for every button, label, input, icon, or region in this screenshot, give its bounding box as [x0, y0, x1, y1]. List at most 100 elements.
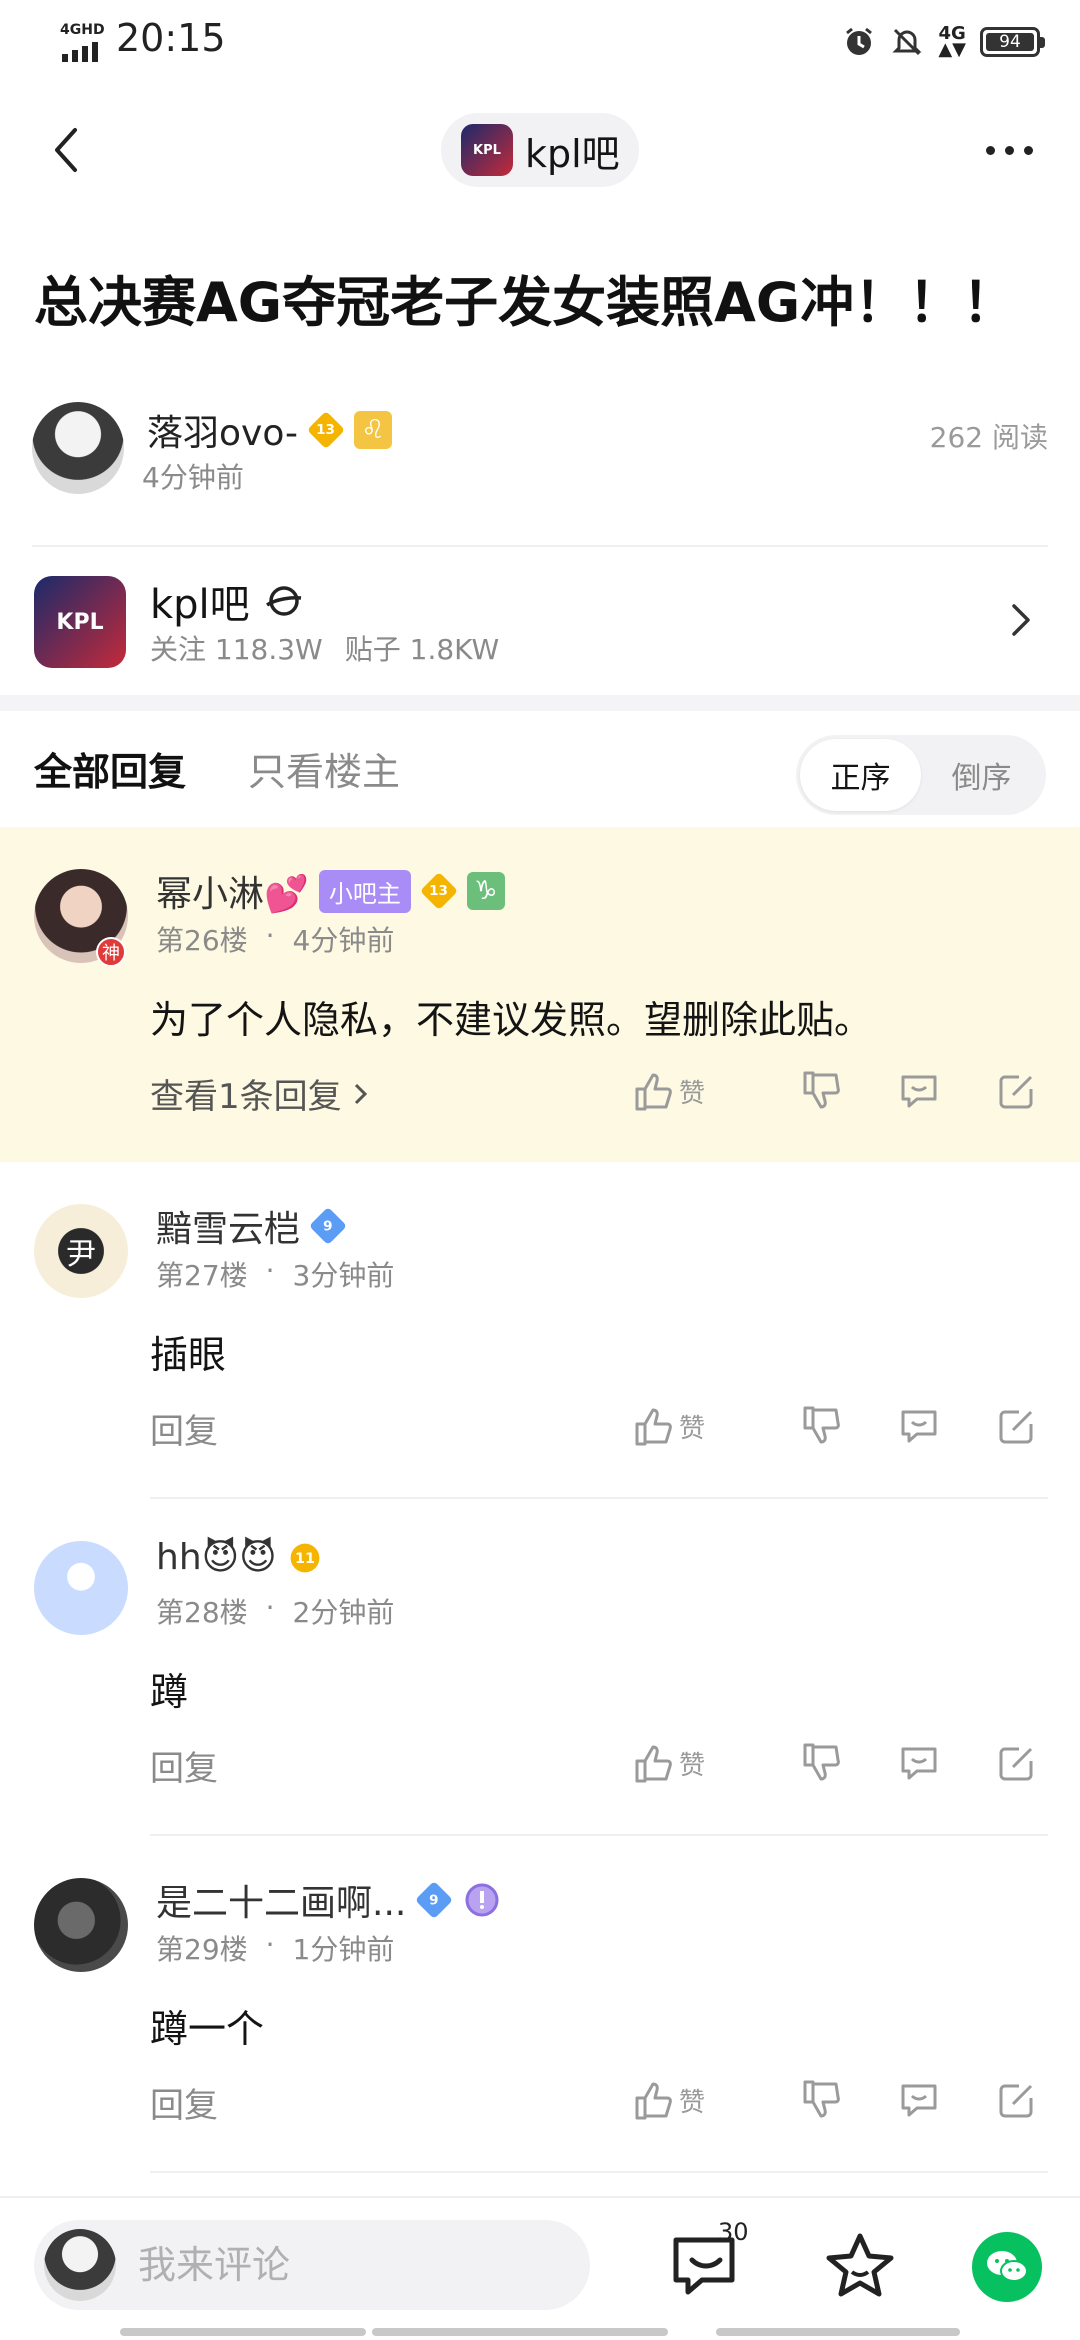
comment-body: 为了个人隐私，不建议发照。望删除此贴。 — [150, 998, 873, 1042]
sort-ascending[interactable]: 正序 — [800, 739, 921, 811]
bottom-bar: 30 — [0, 2196, 1080, 2340]
comment-body: 蹲 — [150, 1670, 189, 1714]
share-button[interactable] — [986, 1061, 1048, 1121]
wechat-icon — [987, 2251, 1028, 2282]
medal-icon — [465, 1883, 499, 1917]
sort-descending[interactable]: 倒序 — [921, 739, 1042, 811]
dislike-button[interactable] — [790, 1733, 852, 1793]
commenter-avatar[interactable]: 尹 — [34, 1204, 128, 1298]
tab-owner-only[interactable]: 只看楼主 — [248, 741, 400, 796]
share-edit-icon — [999, 1747, 1033, 1781]
home-indicator — [716, 2328, 960, 2336]
like-button[interactable]: 赞 — [620, 1069, 716, 1113]
status-time: 20:15 — [116, 16, 226, 60]
more-button[interactable] — [974, 120, 1044, 180]
reply-button[interactable] — [888, 1733, 950, 1793]
floor-number: 第27楼 — [156, 1259, 248, 1292]
reply-tabs: 全部回复 只看楼主 正序 倒序 — [0, 711, 1080, 826]
reply-button[interactable] — [888, 1061, 950, 1121]
comment-body: 蹲一个 — [150, 2007, 265, 2051]
wechat-share-button[interactable] — [972, 2232, 1042, 2302]
comment-input[interactable] — [138, 2243, 578, 2287]
commenter-avatar[interactable] — [34, 1878, 128, 1972]
like-button[interactable]: 赞 — [620, 2078, 716, 2122]
forum-chip-label: kpl吧 — [525, 131, 620, 176]
comment-bubble-icon — [901, 1747, 937, 1780]
level-badge: 9 — [308, 1206, 348, 1246]
zodiac-capricorn-icon: ♑ — [466, 872, 505, 910]
floor-number: 第26楼 — [156, 924, 248, 957]
back-button[interactable] — [36, 120, 96, 180]
share-edit-icon — [999, 2084, 1033, 2118]
author-name[interactable]: 落羽ovo- — [147, 404, 298, 456]
meta-separator: · — [265, 1254, 275, 1287]
mobile-data-icon: 4G ▲▼ — [938, 23, 966, 60]
share-button[interactable] — [986, 1733, 1048, 1793]
reply-button[interactable] — [888, 2070, 950, 2130]
commenter-name[interactable]: 黯雪云桤 — [156, 1200, 300, 1252]
battery-icon: 94 — [980, 27, 1045, 57]
dislike-button[interactable] — [790, 1396, 852, 1456]
share-button[interactable] — [986, 2070, 1048, 2130]
signal-icon: 4GHD — [58, 22, 108, 62]
thumbs-down-icon — [803, 1071, 840, 1109]
alarm-icon — [842, 25, 876, 59]
comment-body: 插眼 — [150, 1333, 227, 1377]
divider — [150, 2171, 1048, 2173]
commenter-avatar[interactable] — [34, 1541, 128, 1635]
thumbs-down-icon — [803, 1406, 840, 1444]
status-bar: 4GHD 20:15 4G ▲▼ 94 — [0, 0, 1080, 80]
comment-time: 4分钟前 — [292, 924, 395, 957]
level-badge: 9 — [415, 1880, 454, 1920]
level-badge: 13 — [419, 871, 458, 911]
commenter-name[interactable]: hh😈😈 — [156, 1537, 277, 1578]
comment-bubble-icon — [901, 1075, 937, 1108]
chevron-right-icon — [354, 1083, 367, 1104]
view-replies-button[interactable]: 查看1条回复 — [150, 1069, 368, 1118]
star-icon[interactable] — [822, 2228, 898, 2304]
forum-card[interactable]: KPL kpl吧 关注 118.3W 贴子 1.8KW — [32, 570, 1048, 670]
commenter-name[interactable]: 是二十二画啊... — [156, 1874, 406, 1926]
share-edit-icon — [999, 1075, 1033, 1109]
tab-all-replies[interactable]: 全部回复 — [34, 741, 186, 796]
comment-bubble-icon — [901, 1410, 937, 1443]
comment-bubble-icon — [901, 2084, 937, 2117]
reply-link[interactable]: 回复 — [150, 1404, 218, 1453]
author-avatar[interactable] — [32, 402, 124, 494]
share-button[interactable] — [986, 1396, 1048, 1456]
commenter-name[interactable]: 幂小淋💕 — [156, 865, 309, 917]
like-button[interactable]: 赞 — [620, 1404, 716, 1448]
thumbs-up-icon — [635, 1408, 672, 1446]
network-type: 4GHD — [60, 22, 105, 38]
comment-time: 3分钟前 — [292, 1259, 395, 1292]
god-tag: 神 — [96, 937, 126, 967]
comment-list: 神 幂小淋💕 小吧主 13 ♑ 第26楼 · 4分钟前 为了个人隐私，不建议发照… — [0, 827, 1080, 2173]
zodiac-leo-icon: ♌ — [354, 411, 393, 449]
forum-posts: 贴子 1.8KW — [344, 633, 500, 666]
comment-item: 尹 黯雪云桤 9 第27楼 · 3分钟前 插眼 回复 赞 — [0, 1162, 1080, 1499]
reply-button[interactable] — [888, 1396, 950, 1456]
level-badge: 13 — [306, 410, 346, 450]
kpl-logo-icon: KPL — [461, 124, 513, 176]
home-indicator — [372, 2328, 668, 2336]
forum-name: kpl吧 — [150, 582, 250, 628]
dislike-button[interactable] — [790, 2070, 852, 2130]
chevron-left-icon — [55, 128, 77, 172]
reply-link[interactable]: 回复 — [150, 2078, 218, 2127]
meta-separator: · — [265, 1591, 275, 1624]
forum-followers: 关注 118.3W — [150, 633, 323, 666]
floor-number: 第29楼 — [156, 1933, 248, 1966]
bell-off-icon — [890, 25, 924, 59]
chevron-right-icon — [1012, 604, 1030, 636]
comment-time: 1分钟前 — [292, 1933, 395, 1966]
comment-composer[interactable] — [34, 2220, 590, 2310]
like-button[interactable]: 赞 — [620, 1741, 716, 1785]
level-badge: 11 — [290, 1543, 320, 1572]
meta-separator: · — [265, 1928, 275, 1961]
comment-count: 30 — [718, 2218, 749, 2246]
dislike-button[interactable] — [790, 1061, 852, 1121]
floor-number: 第28楼 — [156, 1596, 248, 1629]
reply-link[interactable]: 回复 — [150, 1741, 218, 1790]
forum-chip[interactable]: KPL kpl吧 — [441, 113, 639, 187]
comment-time: 2分钟前 — [292, 1596, 395, 1629]
